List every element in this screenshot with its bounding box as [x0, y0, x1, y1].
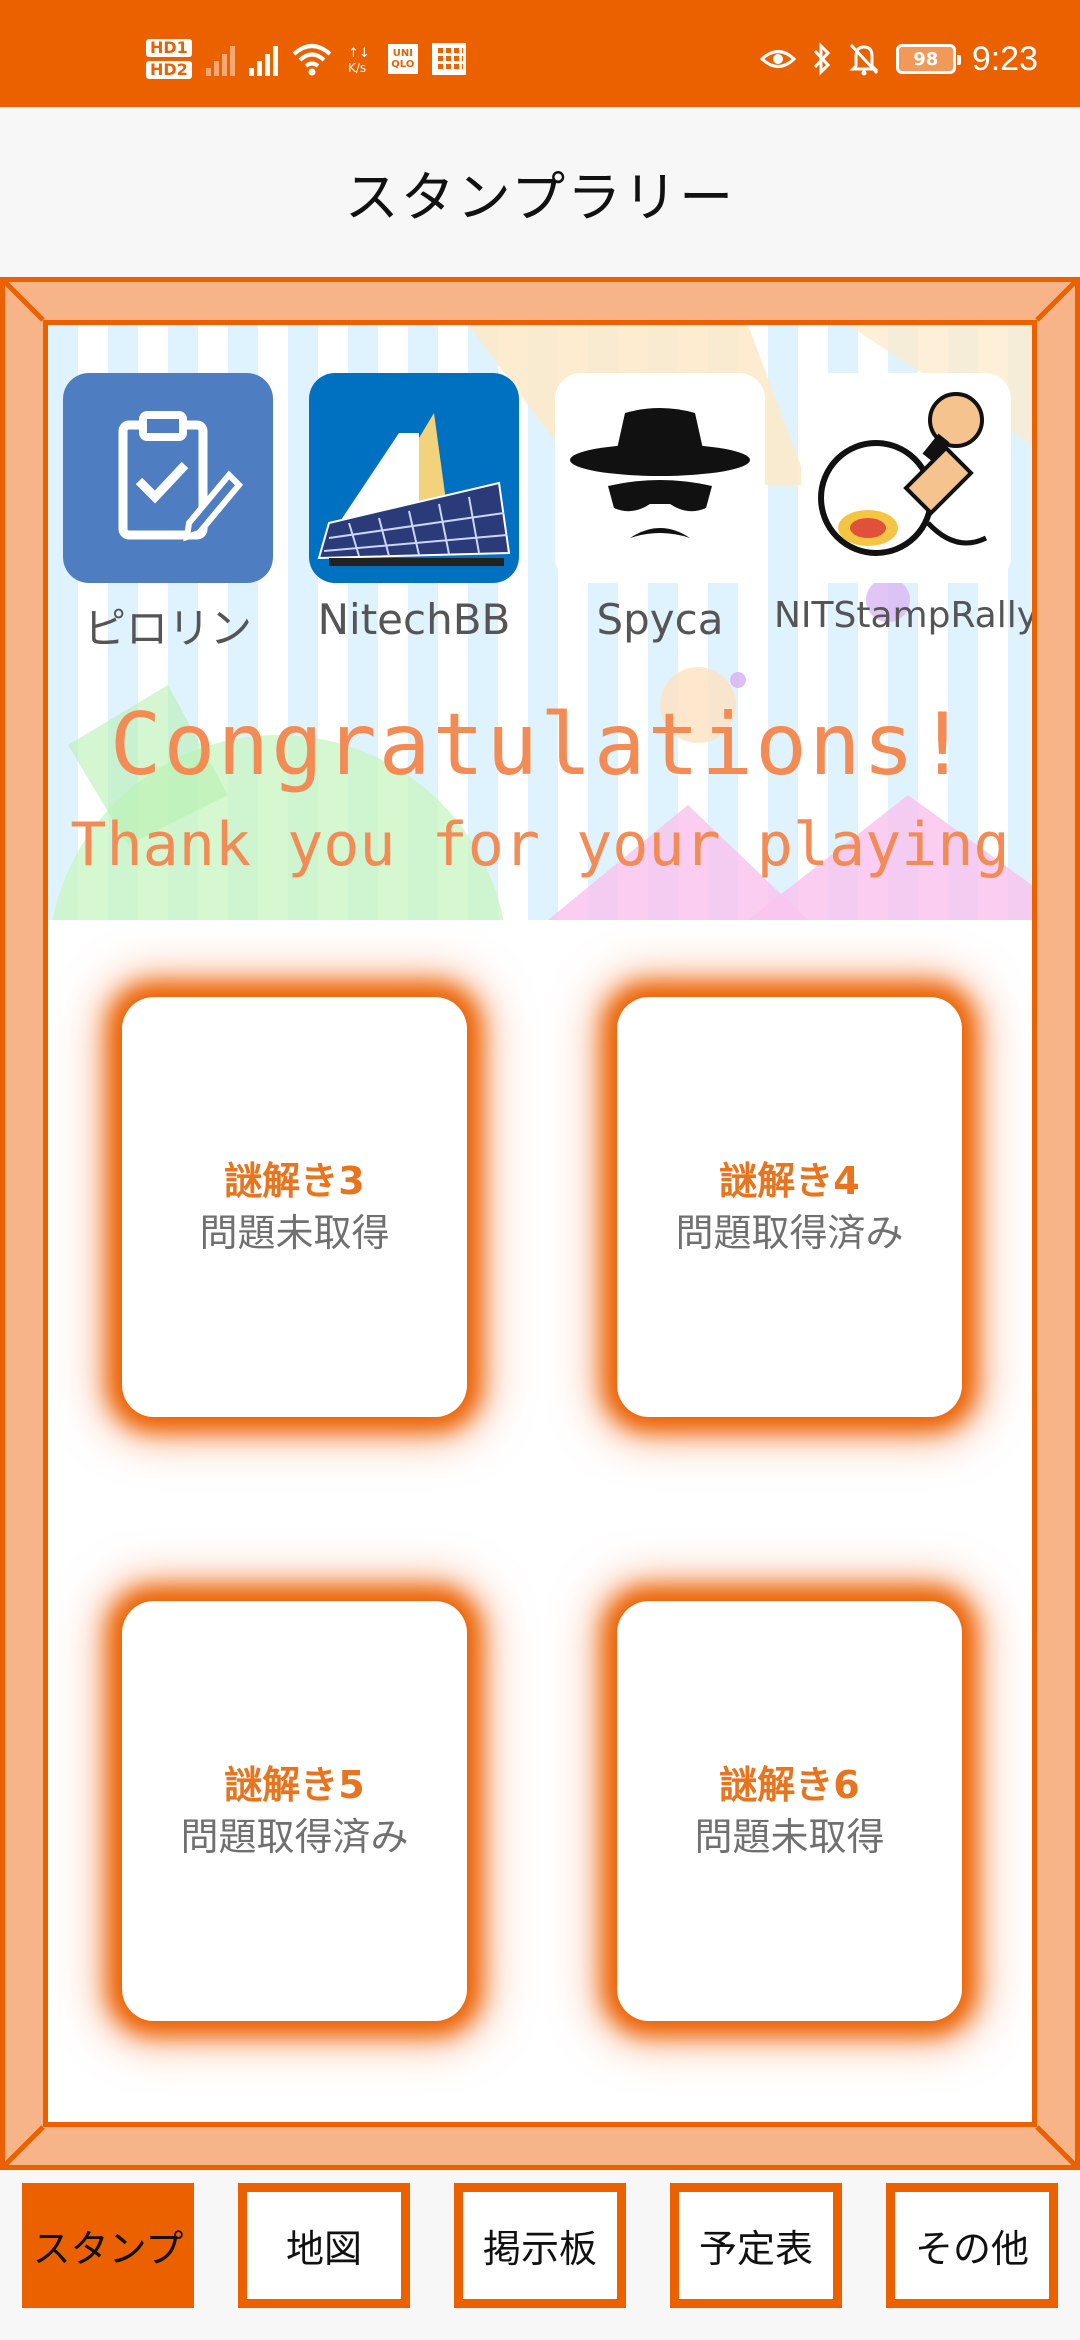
calendar-app-icon	[431, 43, 466, 75]
app-spyca[interactable]: Spyca	[555, 373, 765, 656]
uniqlo-app-icon: UNI QLO	[387, 44, 418, 74]
card-title: 謎解き6	[719, 1763, 860, 1807]
tab-other[interactable]: その他	[886, 2183, 1058, 2308]
app-pirorin[interactable]: ピロリン	[63, 373, 273, 656]
card-title: 謎解き5	[224, 1763, 365, 1807]
app-nitechbb[interactable]: NitechBB	[309, 373, 519, 656]
card-status: 問題未取得	[694, 1815, 885, 1859]
hd2-badge: HD2	[146, 61, 192, 79]
app-label: NitechBB	[317, 595, 511, 644]
tab-map[interactable]: 地図	[238, 2183, 410, 2308]
card-title: 謎解き3	[224, 1159, 365, 1203]
battery-icon: 98	[895, 44, 961, 74]
tab-stamp[interactable]: スタンプ	[22, 2183, 194, 2308]
bluetooth-icon	[813, 42, 830, 76]
hd1-badge: HD1	[146, 39, 192, 57]
card-title: 謎解き4	[719, 1159, 860, 1203]
eye-icon	[759, 50, 796, 68]
page-title: スタンプラリー	[344, 165, 736, 229]
title-bar: スタンプラリー	[0, 107, 1080, 277]
puzzle-card-3[interactable]: 謎解き3 問題未取得	[122, 997, 467, 1417]
status-bar: HD1 HD2 ↑↓ K/s UNI QLO 98 9:23	[0, 0, 1080, 107]
tab-schedule[interactable]: 予定表	[670, 2183, 842, 2308]
stamp-frame: ピロリン NitechBB Spyca NITStampRally Congra…	[0, 277, 1080, 2170]
data-speed-icon: ↑↓ K/s	[348, 46, 370, 75]
congratulations-text: Congratulations!	[109, 695, 971, 795]
card-status: 問題取得済み	[180, 1815, 409, 1859]
hd-voice-icon: HD1 HD2	[146, 39, 192, 79]
bottom-nav: スタンプ 地図 掲示板 予定表 その他	[0, 2170, 1080, 2340]
app-label: Spyca	[596, 595, 724, 644]
svg-text:↑↓: ↑↓	[348, 46, 370, 61]
solar-building-icon	[309, 373, 519, 583]
thanks-text: Thank you for your playing	[70, 810, 1010, 880]
tab-bulletin-board[interactable]: 掲示板	[454, 2183, 626, 2308]
puzzle-card-5[interactable]: 謎解き5 問題取得済み	[122, 1601, 467, 2021]
app-label: ピロリン	[83, 604, 252, 653]
app-list: ピロリン NitechBB Spyca NITStampRally	[63, 373, 1032, 656]
app-label: NITStampRally	[773, 595, 1032, 636]
congratulations-banner: ピロリン NitechBB Spyca NITStampRally Congra…	[48, 325, 1032, 920]
bell-off-icon	[849, 43, 879, 76]
svg-text:K/s: K/s	[348, 61, 366, 75]
clipboard-check-icon	[63, 373, 273, 583]
spy-icon	[555, 373, 765, 583]
card-status: 問題取得済み	[675, 1211, 904, 1255]
signal-weak-icon	[205, 42, 235, 76]
wifi-icon	[292, 44, 332, 76]
app-nitstamprally[interactable]: NITStampRally	[774, 373, 1032, 656]
card-status: 問題未取得	[199, 1211, 390, 1255]
puzzle-card-4[interactable]: 謎解き4 問題取得済み	[617, 997, 962, 1417]
stamp-board: ピロリン NitechBB Spyca NITStampRally Congra…	[43, 320, 1037, 2127]
clock: 9:23	[971, 39, 1038, 78]
stamp-icon	[801, 373, 1011, 583]
signal-icon	[248, 42, 278, 76]
puzzle-card-6[interactable]: 謎解き6 問題未取得	[617, 1601, 962, 2021]
